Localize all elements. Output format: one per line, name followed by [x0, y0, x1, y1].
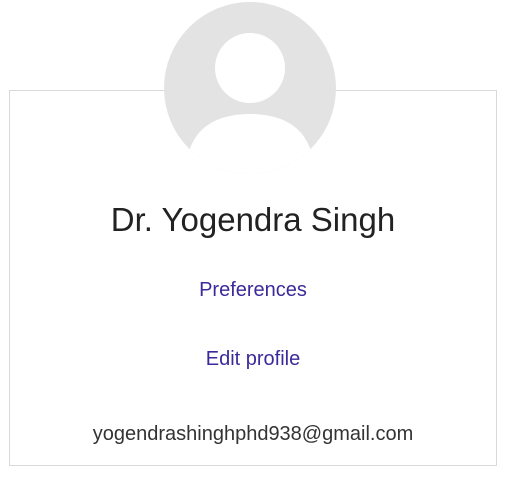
avatar-icon	[164, 2, 336, 174]
profile-name: Dr. Yogendra Singh	[110, 201, 396, 238]
edit-profile-link[interactable]: Edit profile	[0, 346, 506, 372]
user-avatar-placeholder-icon	[164, 2, 336, 174]
profile-email: yogendrashinghphd938@gmail.com	[92, 423, 414, 445]
preferences-link[interactable]: Preferences	[0, 277, 506, 303]
